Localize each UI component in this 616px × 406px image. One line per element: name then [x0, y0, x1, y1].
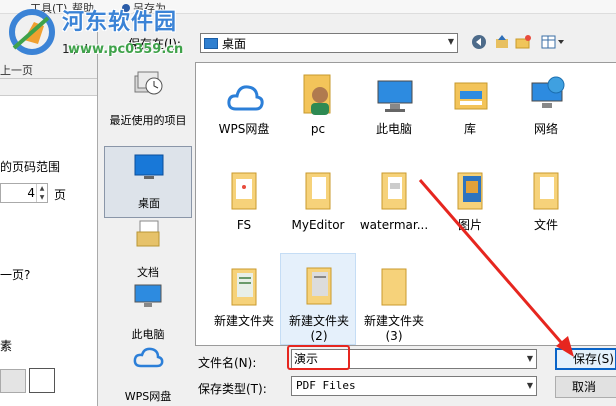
item-label: 网络	[533, 122, 558, 136]
chevron-down-icon[interactable]: ▼	[448, 37, 454, 46]
item-label: FS	[236, 218, 252, 232]
folder-icon	[533, 172, 559, 210]
file-type-select[interactable]: PDF Files ▼	[291, 376, 537, 396]
save-as-icon	[122, 4, 130, 12]
stepper-arrows-icon[interactable]: ▲ ▼	[36, 184, 47, 202]
view-grid-icon	[541, 35, 564, 49]
file-type-value: PDF Files	[296, 379, 356, 392]
computer-icon	[134, 284, 162, 307]
list-item[interactable]: watermar...	[356, 163, 432, 249]
menu-help[interactable]: 帮助	[72, 0, 94, 16]
cloud-icon	[133, 347, 164, 368]
folder-icon	[231, 172, 257, 210]
save-dialog: 保存在(I): 桌面 ▼ 最近使用的项目 桌面 文档 此电脑 WPS网盘 WPS…	[97, 26, 616, 406]
chevron-down-icon[interactable]: ▼	[527, 350, 533, 368]
file-name-label: 文件名(N):	[198, 356, 257, 370]
list-item[interactable]: 网络	[508, 67, 584, 153]
list-item[interactable]: 库	[432, 67, 508, 153]
color-swatch-button[interactable]	[29, 368, 55, 393]
file-type-label: 保存类型(T):	[198, 382, 267, 396]
save-in-label: 保存在(I):	[128, 37, 181, 51]
folder-icon	[457, 172, 483, 210]
list-item[interactable]: pc	[280, 67, 356, 153]
list-item[interactable]: 新建文件夹 (3)	[356, 259, 432, 345]
place-label: 最近使用的项目	[109, 114, 187, 127]
recent-icon	[134, 71, 163, 95]
list-item[interactable]: MyEditor	[280, 163, 356, 249]
item-label: 文件	[533, 218, 558, 232]
menu-bar: 工具(T) 帮助 另存为	[0, 0, 616, 16]
divider	[0, 78, 100, 79]
color-swatch-button[interactable]	[0, 369, 26, 393]
page-count: 1 / 4	[62, 42, 89, 56]
background-app: 1 / 4 上一页 的页码范围 4 ▲ ▼ 页 一页? 素	[0, 0, 100, 406]
new-folder-button[interactable]	[514, 33, 532, 51]
place-label: 桌面	[138, 197, 160, 210]
library-icon	[454, 82, 488, 110]
folder-icon	[381, 268, 407, 306]
network-icon	[531, 76, 565, 108]
item-label: WPS网盘	[218, 122, 270, 136]
places-bar: 最近使用的项目 桌面 文档 此电脑 WPS网盘	[104, 62, 192, 403]
place-label: WPS网盘	[124, 390, 172, 403]
list-item[interactable]: 此电脑	[356, 67, 432, 153]
place-wps-cloud[interactable]: WPS网盘	[104, 338, 192, 406]
desktop-small-icon	[204, 37, 218, 49]
page-range-label: 的页码范围	[0, 160, 61, 174]
up-folder-icon	[496, 35, 508, 48]
item-label: 库	[463, 122, 476, 136]
list-item[interactable]: 新建文件夹	[206, 259, 282, 345]
cloud-icon	[227, 85, 264, 111]
next-page-question: 一页?	[0, 268, 31, 282]
list-item[interactable]: WPS网盘	[206, 67, 282, 153]
page-number-value: 4	[27, 186, 35, 200]
item-label: pc	[310, 122, 326, 136]
folder-icon	[231, 268, 257, 306]
save-in-combobox[interactable]: 桌面 ▼	[200, 33, 458, 53]
user-icon	[303, 74, 331, 115]
list-item[interactable]: 文件	[508, 163, 584, 249]
item-label: watermar...	[359, 218, 429, 232]
place-recent[interactable]: 最近使用的项目	[104, 62, 192, 134]
cancel-button[interactable]: 取消	[555, 376, 616, 398]
annotation-highlight-box	[287, 345, 350, 370]
back-button[interactable]	[470, 33, 488, 51]
save-button[interactable]: 保存(S)	[555, 348, 616, 370]
item-label: 图片	[457, 218, 482, 232]
list-item-selected[interactable]: 新建文件夹 (2)	[280, 253, 356, 345]
file-list[interactable]: WPS网盘 pc 此电脑 库 网络 FS MyEditor watermar..…	[195, 62, 616, 346]
element-label: 素	[0, 339, 13, 353]
menu-save-as-label: 另存为	[133, 2, 166, 15]
save-in-value: 桌面	[222, 36, 247, 51]
desktop-icon	[134, 154, 164, 179]
computer-icon	[377, 80, 413, 112]
item-label: 新建文件夹 (3)	[363, 314, 424, 343]
item-label: MyEditor	[291, 218, 345, 232]
list-item[interactable]: FS	[206, 163, 282, 249]
view-menu-button[interactable]	[539, 33, 567, 51]
item-label: 新建文件夹	[213, 314, 274, 328]
menu-tools[interactable]: 工具(T)	[30, 0, 67, 16]
new-folder-icon	[515, 35, 531, 49]
back-arrow-icon	[472, 35, 486, 49]
folder-icon	[305, 172, 331, 210]
page-number-stepper[interactable]: 4 ▲ ▼	[0, 183, 48, 203]
prev-page-button[interactable]: 上一页	[0, 62, 33, 78]
item-label: 此电脑	[375, 122, 412, 136]
place-desktop[interactable]: 桌面	[104, 146, 192, 218]
documents-icon	[136, 220, 160, 247]
folder-icon	[381, 172, 407, 210]
list-item[interactable]: 图片	[432, 163, 508, 249]
menu-save-as[interactable]: 另存为	[122, 0, 166, 16]
folder-icon	[306, 267, 332, 305]
settings-panel	[0, 95, 100, 406]
page-unit-label: 页	[54, 188, 67, 202]
chevron-down-icon[interactable]: ▼	[527, 377, 533, 395]
item-label: 新建文件夹 (2)	[288, 314, 349, 343]
up-folder-button[interactable]	[493, 33, 511, 51]
